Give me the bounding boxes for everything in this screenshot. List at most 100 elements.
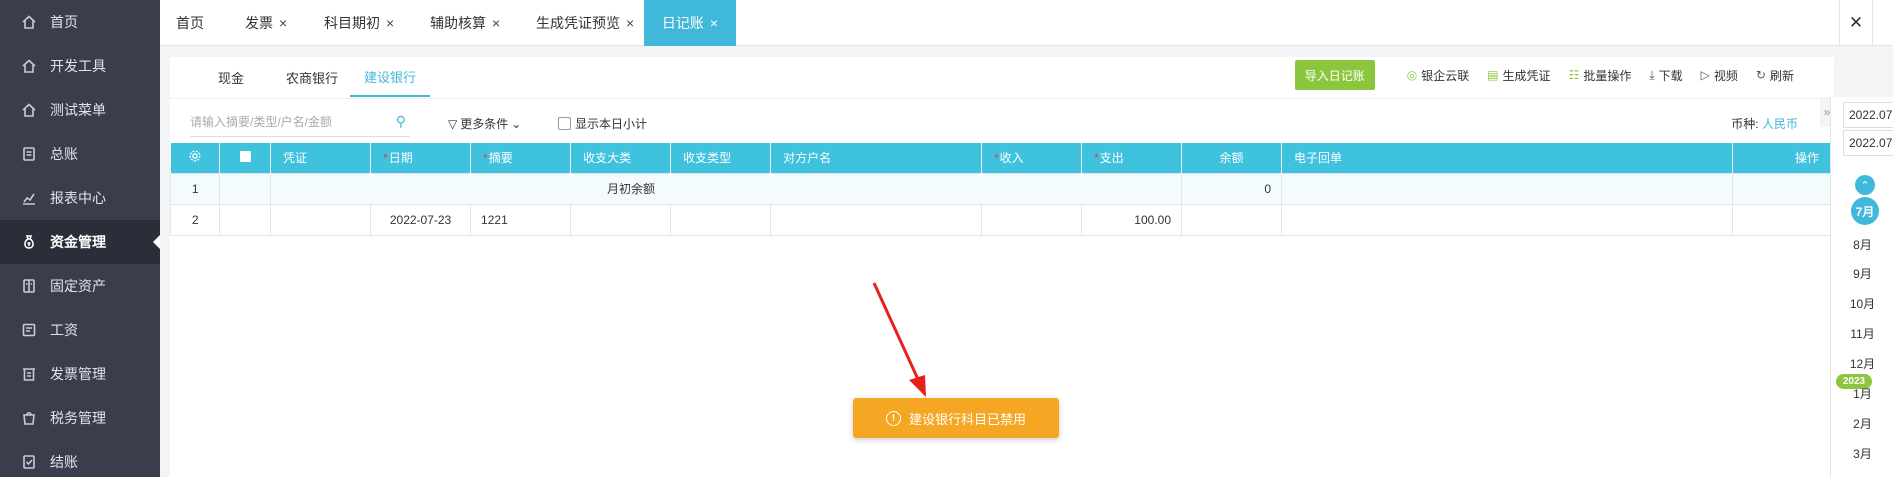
table-row[interactable]: 2 2022-07-23 1221 100.00: [169, 203, 1835, 236]
action-cell[interactable]: [1731, 203, 1835, 236]
download-button[interactable]: ⤓ 下载: [1649, 67, 1682, 84]
import-journal-button[interactable]: 导入日记账: [1294, 60, 1375, 90]
tab-voucher-preview[interactable]: 生成凭证预览 ×: [536, 0, 634, 46]
sidebar-item-home[interactable]: 首页: [0, 0, 160, 44]
sidebar-item-invoice-management[interactable]: 发票管理: [0, 352, 160, 396]
tab-invoice[interactable]: 发票 ×: [245, 0, 287, 46]
month-navigator: 2022.07 2022.07 ⌃ 7月 8月 9月 10月 11月 12月 2…: [1830, 97, 1893, 477]
month-item[interactable]: 2月: [1831, 415, 1893, 432]
download-icon: ⤓: [1649, 67, 1655, 82]
select-all-checkbox[interactable]: [219, 143, 272, 173]
end-date-input[interactable]: 2022.07: [1843, 130, 1893, 156]
close-books-icon: [20, 453, 38, 471]
subtab-rural-bank[interactable]: 农商银行: [286, 57, 338, 97]
subtab-cash[interactable]: 现金: [218, 57, 244, 97]
sidebar-item-general-ledger[interactable]: 总账: [0, 132, 160, 176]
close-icon[interactable]: ×: [626, 15, 634, 31]
toast-message: 建设银行科目已禁用: [908, 411, 1026, 427]
money-bag-icon: [20, 233, 38, 251]
currency-label: 币种:: [1731, 117, 1759, 131]
close-icon[interactable]: ×: [492, 15, 500, 31]
currency-value[interactable]: 人民币: [1762, 117, 1798, 131]
daily-subtotal-checkbox[interactable]: [558, 117, 571, 130]
required-marker: *: [993, 151, 999, 166]
row-index: 1: [169, 172, 221, 205]
receipt-cell: [1281, 172, 1733, 205]
sidebar-item-funds[interactable]: 资金管理: [0, 220, 160, 264]
date-cell[interactable]: 2022-07-23: [370, 203, 472, 236]
search-input[interactable]: [190, 114, 380, 129]
sidebar: 首页 开发工具 测试菜单 总账 报表中心 资金管理 固定资产 工资 发票管理 税…: [0, 0, 160, 477]
column-summary-label: 摘要: [488, 151, 513, 166]
month-item[interactable]: 9月: [1831, 265, 1893, 282]
bank-link-button[interactable]: ◎ 银企云联: [1407, 67, 1470, 84]
column-balance: 余额: [1181, 143, 1283, 173]
batch-operation-button[interactable]: ☷ 批量操作: [1569, 67, 1632, 84]
search-icon[interactable]: ⚲: [396, 113, 406, 130]
month-item-active[interactable]: 7月: [1851, 197, 1879, 225]
tab-opening-balance[interactable]: 科目期初 ×: [324, 0, 394, 46]
generate-voucher-label: 生成凭证: [1502, 68, 1551, 83]
sidebar-item-test-menu[interactable]: 测试菜单: [0, 88, 160, 132]
sidebar-item-fixed-assets[interactable]: 固定资产: [0, 264, 160, 308]
column-type: 收支类型: [670, 143, 772, 173]
month-item[interactable]: 12月: [1831, 355, 1893, 372]
sidebar-item-tax-management[interactable]: 税务管理: [0, 396, 160, 440]
summary-cell[interactable]: 1221: [470, 203, 572, 236]
sidebar-item-label: 报表中心: [50, 190, 106, 206]
chart-icon: [20, 189, 38, 207]
column-income-label: 收入: [999, 151, 1024, 166]
tab-auxiliary-accounting[interactable]: 辅助核算 ×: [430, 0, 500, 46]
receipt-cell[interactable]: [1281, 203, 1733, 236]
close-icon[interactable]: ×: [386, 15, 394, 31]
search-box: ⚲: [190, 107, 410, 137]
close-icon[interactable]: ×: [279, 15, 287, 31]
tab-home[interactable]: 首页: [176, 0, 204, 46]
sidebar-item-salary[interactable]: 工资: [0, 308, 160, 352]
expense-cell[interactable]: 100.00: [1080, 203, 1183, 236]
sidebar-item-label: 发票管理: [50, 366, 106, 382]
month-item[interactable]: 10月: [1831, 295, 1893, 312]
column-action: 操作: [1732, 143, 1835, 173]
month-item[interactable]: 8月: [1831, 236, 1893, 253]
voucher-cell[interactable]: [270, 203, 372, 236]
month-item[interactable]: 3月: [1831, 445, 1893, 462]
refresh-button[interactable]: ↻ 刷新: [1756, 67, 1794, 84]
column-category: 收支大类: [570, 143, 672, 173]
chevron-up-icon[interactable]: ⌃: [1855, 175, 1875, 195]
table-row[interactable]: 1 月初余额 0: [169, 172, 1835, 205]
sidebar-item-label: 结账: [50, 454, 78, 470]
balance-cell: 0: [1180, 172, 1283, 205]
sidebar-item-close-books[interactable]: 结账: [0, 440, 160, 477]
type-cell[interactable]: [670, 203, 772, 236]
daily-subtotal-toggle[interactable]: 显示本日小计: [558, 115, 647, 132]
category-cell[interactable]: [570, 203, 672, 236]
video-button[interactable]: ▷ 视频: [1701, 67, 1738, 84]
month-item[interactable]: 1月: [1831, 385, 1893, 402]
close-all-tabs-button[interactable]: ✕: [1839, 0, 1873, 46]
month-item[interactable]: 11月: [1831, 325, 1893, 342]
subtab-label: 现金: [218, 70, 245, 86]
currency-selector[interactable]: 币种: 人民币: [1731, 115, 1798, 132]
more-filters-button[interactable]: ▽ 更多条件 ⌄: [448, 115, 524, 132]
subtab-label: 农商银行: [286, 70, 339, 86]
toolbar: 导入日记账 ◎ 银企云联 ▤ 生成凭证 ☷ 批量操作 ⤓ 下载 ▷ 视频 ↻ 刷新: [1294, 57, 1794, 93]
column-settings-button[interactable]: [170, 143, 221, 173]
voucher-icon: ▤: [1487, 68, 1499, 82]
account-name-cell[interactable]: [770, 203, 982, 236]
sidebar-item-reports[interactable]: 报表中心: [0, 176, 160, 220]
tab-label: 日记账: [661, 15, 704, 31]
generate-voucher-button[interactable]: ▤ 生成凭证: [1487, 67, 1550, 84]
subtab-ccb[interactable]: 建设银行: [350, 57, 431, 97]
warning-toast: ! 建设银行科目已禁用: [853, 398, 1059, 438]
tab-journal[interactable]: 日记账 ×: [644, 0, 736, 46]
required-marker: *: [483, 151, 488, 166]
column-expense: *支出: [1081, 143, 1183, 173]
sidebar-item-dev-tools[interactable]: 开发工具: [0, 44, 160, 88]
row-index: 2: [169, 203, 221, 236]
start-date-input[interactable]: 2022.07: [1843, 102, 1893, 128]
income-cell[interactable]: [980, 203, 1082, 236]
row-checkbox-cell[interactable]: [219, 203, 272, 236]
row-checkbox-cell[interactable]: [219, 172, 272, 205]
close-icon[interactable]: ×: [710, 15, 718, 31]
